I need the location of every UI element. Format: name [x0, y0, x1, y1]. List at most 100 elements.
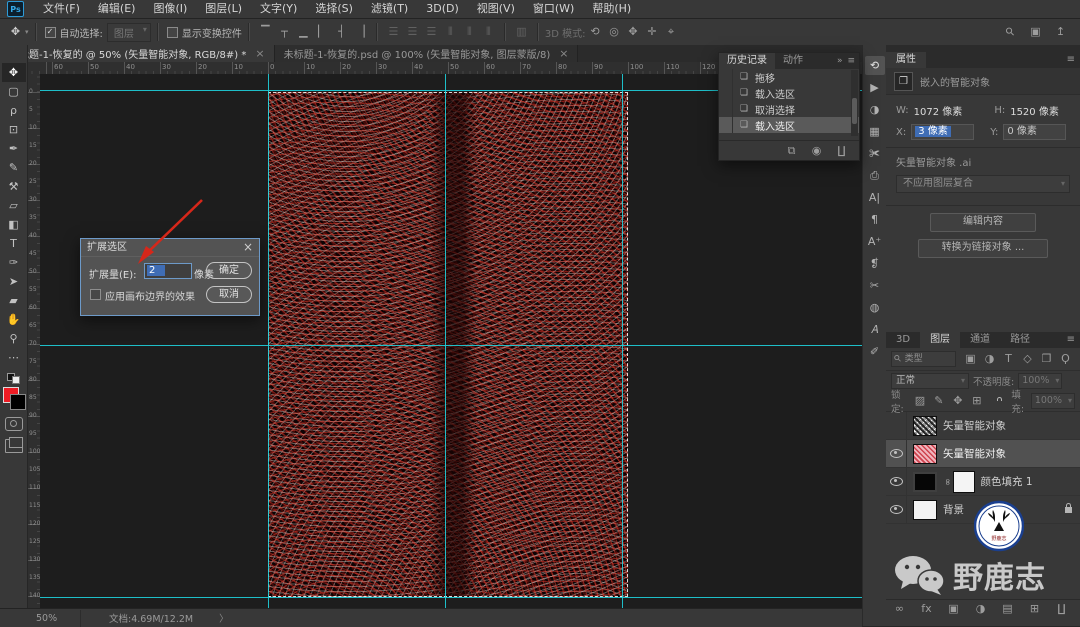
menu-文字[interactable]: 文字(Y): [251, 0, 306, 18]
convert-to-linked-button[interactable]: 转换为链接对象 ...: [918, 239, 1048, 258]
type-tool[interactable]: T: [2, 234, 26, 253]
layer-row-1[interactable]: 矢量智能对象: [886, 412, 1080, 440]
tab-actions[interactable]: 动作: [775, 53, 811, 69]
marquee-tool[interactable]: ▢: [2, 82, 26, 101]
visibility-toggle[interactable]: [886, 412, 907, 439]
tab-close-icon[interactable]: ×: [255, 47, 264, 60]
delete-state-icon[interactable]: ∐: [834, 143, 849, 159]
history-state-1[interactable]: ❏拖移: [719, 69, 859, 85]
collapse-panel-icon[interactable]: »: [837, 56, 843, 66]
move-tool[interactable]: ✥: [2, 63, 26, 82]
guide-vertical-center[interactable]: [445, 74, 446, 608]
screen-mode-button[interactable]: [5, 439, 23, 453]
mask-link-icon[interactable]: ∞: [942, 478, 952, 486]
show-transform-checkbox[interactable]: [167, 27, 178, 38]
dialog-close-icon[interactable]: ×: [243, 239, 253, 256]
workspace-switcher-icon[interactable]: ▣: [1028, 24, 1043, 40]
menu-帮助[interactable]: 帮助(H): [583, 0, 640, 18]
panel-icon-character[interactable]: A|: [865, 188, 885, 207]
new-document-from-state-icon[interactable]: ⧉: [784, 143, 799, 159]
current-tool-icon[interactable]: ✥: [8, 24, 23, 40]
history-set-source-cell[interactable]: [719, 85, 733, 101]
filter-shape-layers-icon[interactable]: ◇: [1020, 351, 1035, 367]
brush-tool[interactable]: ✎: [2, 158, 26, 177]
document-tab-1[interactable]: 未标题-1-恢复的 @ 50% (矢量智能对象, RGB/8#) *×: [0, 45, 275, 62]
history-state-3[interactable]: ❏取消选择: [719, 101, 859, 117]
fill-input[interactable]: 100%: [1031, 393, 1075, 409]
y-input[interactable]: 0 像素: [1003, 124, 1066, 140]
crop-tool[interactable]: ⊡: [2, 120, 26, 139]
gradient-tool[interactable]: ◧: [2, 215, 26, 234]
panel-menu-icon[interactable]: ≡: [1067, 332, 1080, 348]
panel-icon-brushes[interactable]: ✐: [865, 342, 885, 361]
layer-thumbnail[interactable]: [913, 444, 937, 464]
panel-icon-swatches[interactable]: ▦: [865, 122, 885, 141]
new-snapshot-icon[interactable]: ◉: [809, 143, 824, 159]
history-set-source-cell[interactable]: [719, 101, 733, 117]
menu-滤镜[interactable]: 滤镜(T): [362, 0, 417, 18]
history-set-source-cell[interactable]: [719, 69, 733, 85]
default-colors-icon[interactable]: [7, 373, 21, 383]
panel-icon-color[interactable]: ◑: [865, 100, 885, 119]
distribute-left-icon[interactable]: ⦀: [443, 24, 458, 40]
guide-vertical-right[interactable]: [622, 74, 623, 608]
layer-thumbnail[interactable]: [913, 472, 937, 492]
new-adjustment-layer-icon[interactable]: ◑: [973, 601, 988, 617]
share-icon[interactable]: ↥: [1053, 24, 1068, 40]
menu-图像[interactable]: 图像(I): [144, 0, 196, 18]
lock-artboard-icon[interactable]: ⊞: [969, 393, 984, 409]
filter-pixel-layers-icon[interactable]: ▣: [963, 351, 978, 367]
align-bottom-icon[interactable]: ▁: [296, 24, 311, 40]
pen-tool[interactable]: ✑: [2, 253, 26, 272]
edit-toolbar[interactable]: ⋯: [2, 348, 26, 367]
lock-position-icon[interactable]: ✥: [950, 393, 965, 409]
new-layer-icon[interactable]: ⊞: [1027, 601, 1042, 617]
panel-icon-character-styles[interactable]: A⁺: [865, 232, 885, 251]
filter-pin-icon[interactable]: Ϙ: [1058, 351, 1073, 367]
eraser-tool[interactable]: ▱: [2, 196, 26, 215]
menu-选择[interactable]: 选择(S): [306, 0, 362, 18]
distribute-top-icon[interactable]: ☰: [386, 24, 401, 40]
filter-adjustment-layers-icon[interactable]: ◑: [982, 351, 997, 367]
tab-properties[interactable]: 属性: [886, 52, 926, 68]
layer-name[interactable]: 矢量智能对象: [943, 418, 1006, 433]
lock-transparent-pixels-icon[interactable]: ▨: [912, 393, 927, 409]
x-input[interactable]: 3 像素: [911, 124, 974, 140]
auto-select-dropdown[interactable]: 图层: [107, 23, 151, 42]
menu-视图[interactable]: 视图(V): [468, 0, 524, 18]
layer-row-3[interactable]: ∞颜色填充 1: [886, 468, 1080, 496]
layer-mask-thumbnail[interactable]: [953, 471, 975, 493]
search-icon[interactable]: ⚲: [1000, 21, 1022, 43]
zoom-tool[interactable]: ⚲: [2, 329, 26, 348]
align-left-icon[interactable]: ▏: [315, 24, 330, 40]
panel-icon-tool-presets[interactable]: ✀: [865, 144, 885, 163]
eyedropper-tool[interactable]: ✒: [2, 139, 26, 158]
delete-layer-icon[interactable]: ∐: [1054, 601, 1069, 617]
layer-thumbnail[interactable]: [913, 416, 937, 436]
hand-tool[interactable]: ✋: [2, 310, 26, 329]
history-set-source-cell[interactable]: [719, 117, 733, 133]
guide-vertical-left[interactable]: [268, 74, 269, 608]
layer-thumbnail[interactable]: [913, 500, 937, 520]
align-right-icon[interactable]: ▕: [353, 24, 368, 40]
status-chevron-icon[interactable]: 〉: [193, 611, 229, 625]
layer-name[interactable]: 背景: [943, 502, 964, 517]
filter-type-layers-icon[interactable]: T: [1001, 351, 1016, 367]
visibility-toggle[interactable]: [886, 440, 907, 467]
panel-icon-actions[interactable]: ▶: [865, 78, 885, 97]
menu-窗口[interactable]: 窗口(W): [524, 0, 583, 18]
3d-slide-icon[interactable]: ✛: [645, 24, 660, 40]
cancel-button[interactable]: 取消: [206, 286, 252, 303]
distribute-vertical-center-icon[interactable]: ☰: [405, 24, 420, 40]
3d-drag-icon[interactable]: ✥: [626, 24, 641, 40]
layer-row-2[interactable]: 矢量智能对象: [886, 440, 1080, 468]
tab-通道[interactable]: 通道: [960, 332, 1000, 348]
panel-icon-brush-settings[interactable]: ◍: [865, 298, 885, 317]
clone-stamp-tool[interactable]: ⚒: [2, 177, 26, 196]
panel-icon-libraries[interactable]: ✂: [865, 276, 885, 295]
tab-图层[interactable]: 图层: [920, 332, 960, 348]
add-layer-mask-icon[interactable]: ▣: [946, 601, 961, 617]
visibility-toggle[interactable]: [886, 496, 907, 523]
filter-type-dropdown[interactable]: ⚲ 类型: [891, 351, 956, 367]
path-selection-tool[interactable]: ➤: [2, 272, 26, 291]
